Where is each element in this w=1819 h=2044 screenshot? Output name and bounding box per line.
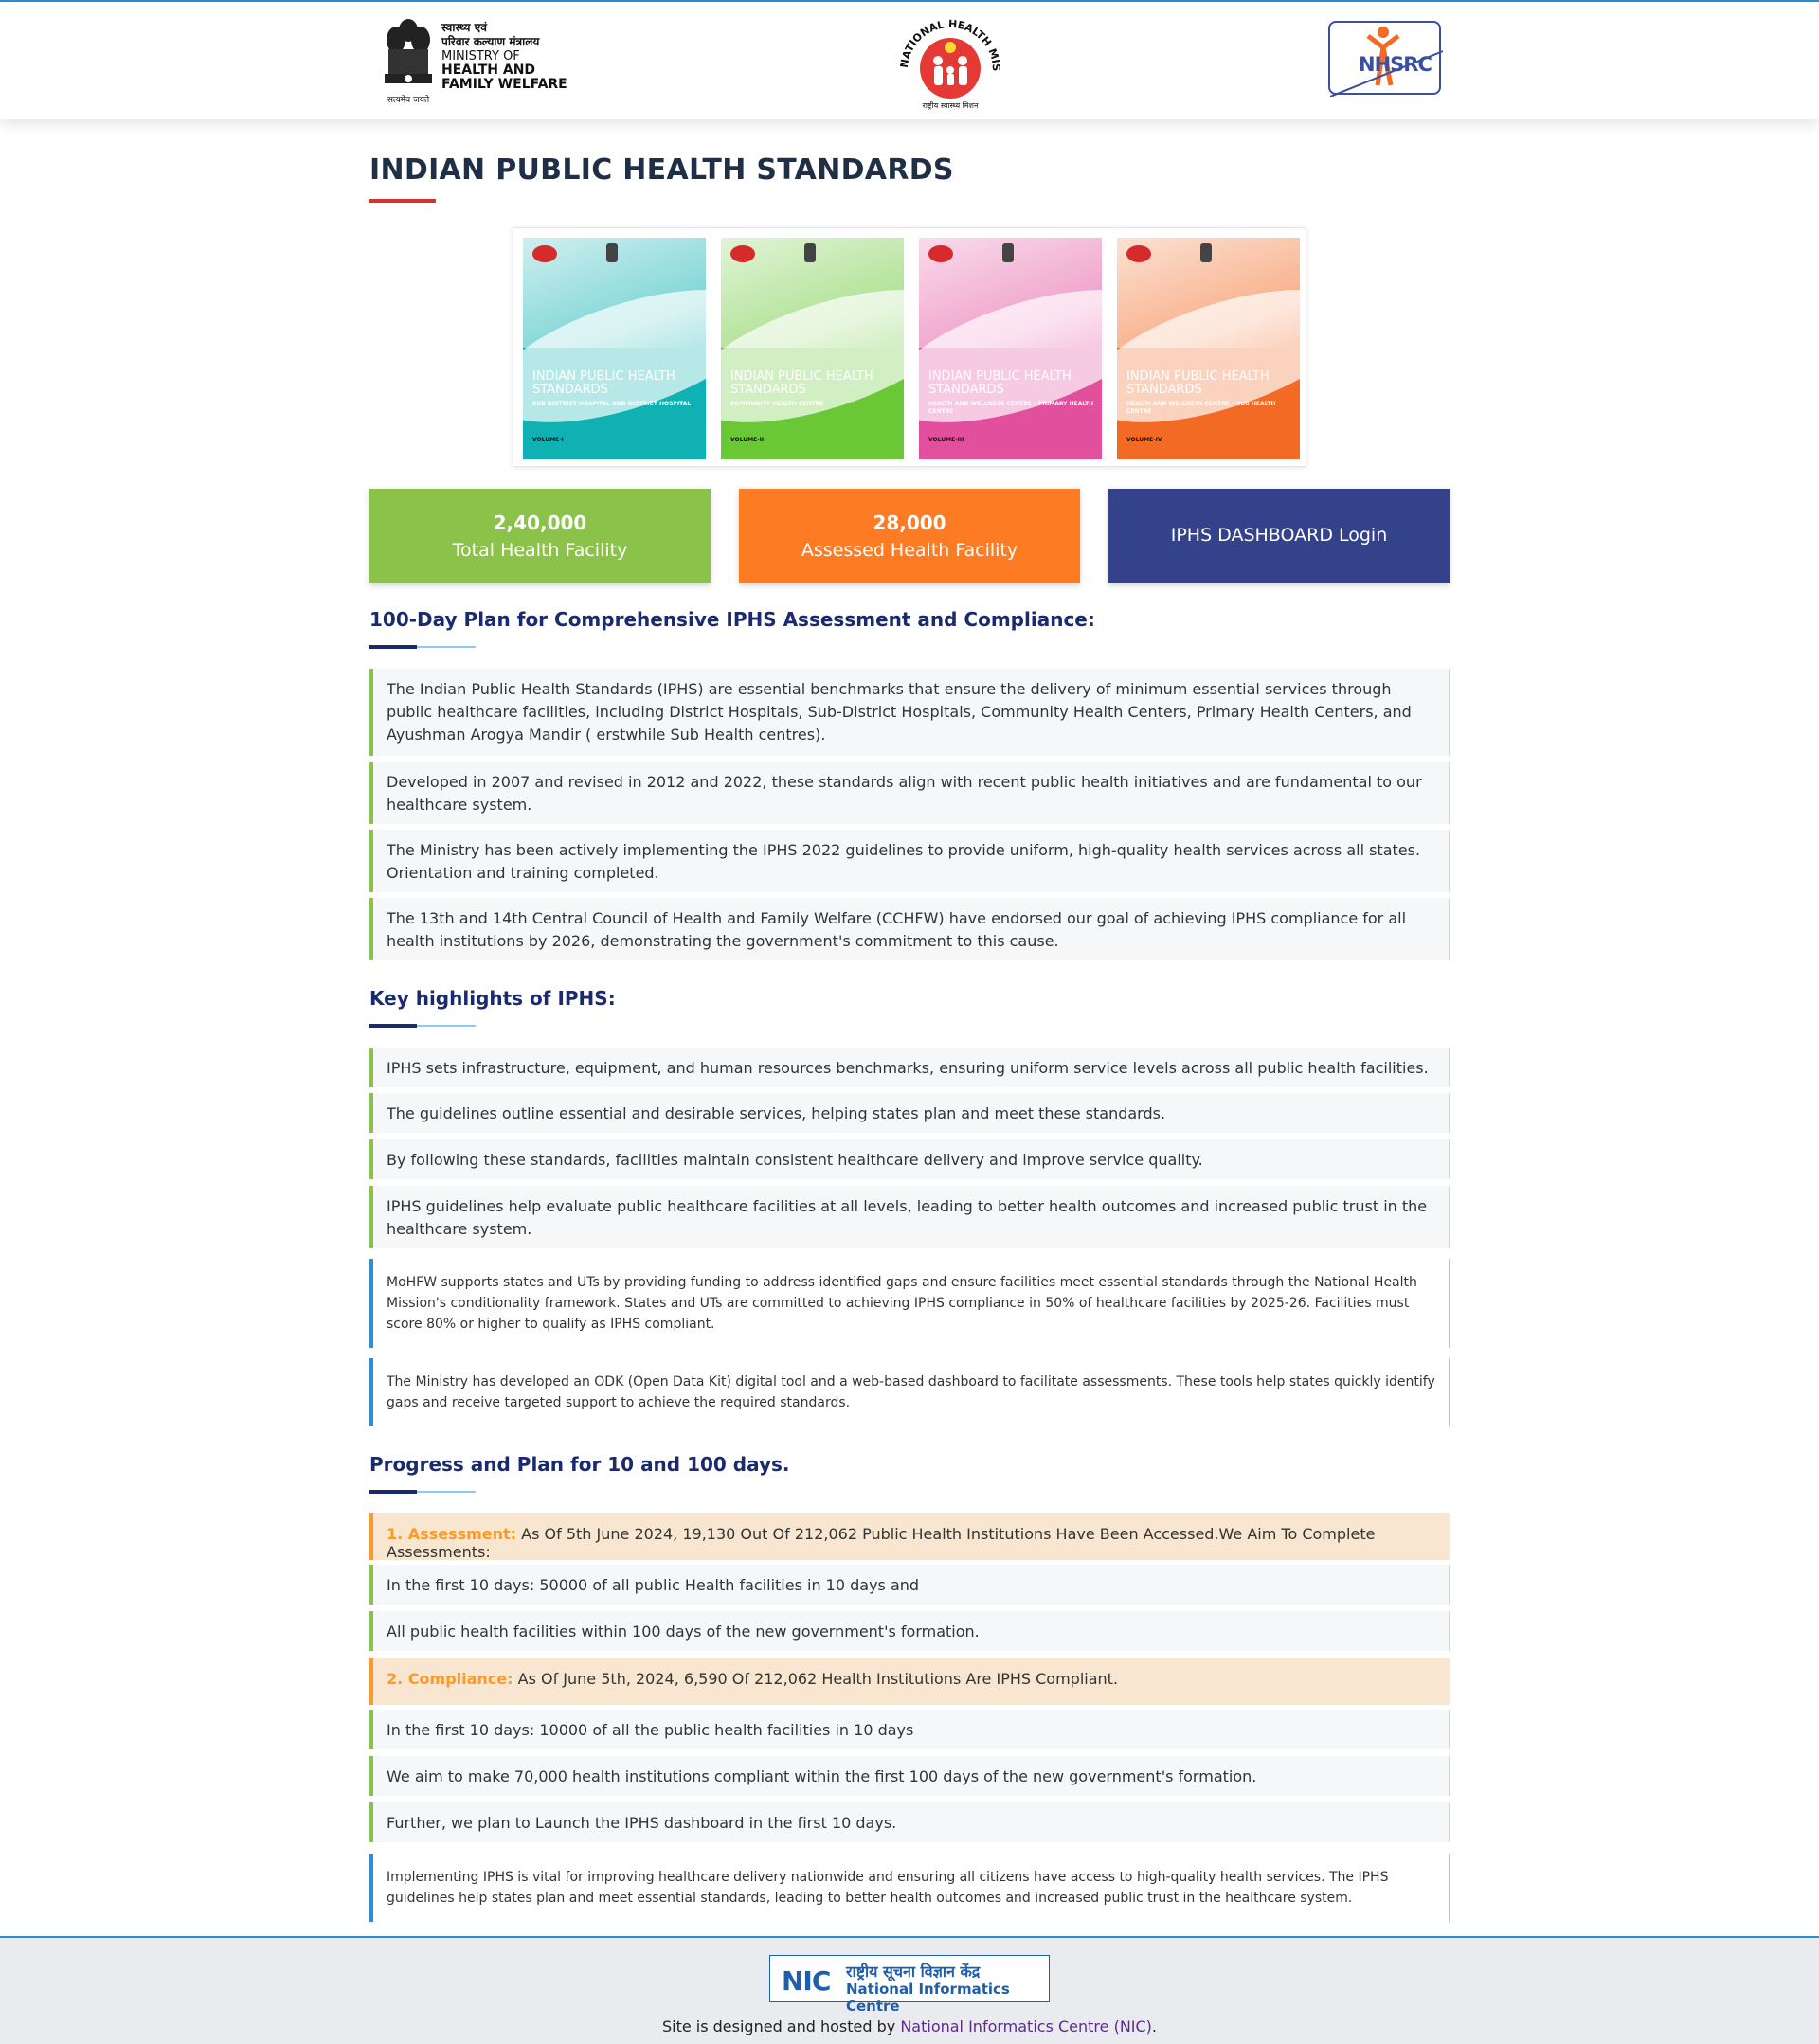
- mohfw-logo[interactable]: सत्यमेव जयते स्वास्थ्य एवं परिवार कल्याण…: [377, 11, 576, 110]
- nhm-logo[interactable]: NATIONAL HEALTH MISSION राष्ट्रीय स्वास्…: [891, 9, 1010, 112]
- highlight-item: IPHS guidelines help evaluate public hea…: [369, 1186, 1450, 1248]
- plan-section-title: 100-Day Plan for Comprehensive IPHS Asse…: [369, 608, 1095, 631]
- iphs-cover-volume: INDIAN PUBLIC HEALTH STANDARDS COMMUNITY …: [721, 238, 904, 459]
- compliance-text: As Of June 5th, 2024, 6,590 Of 212,062 H…: [517, 1670, 1119, 1688]
- total-health-facility-card: 2,40,000 Total Health Facility: [369, 489, 711, 583]
- funding-note: MoHFW supports states and UTs by providi…: [369, 1259, 1450, 1348]
- emblem-mini-icon: [804, 243, 816, 262]
- cover-volume: VOLUME-IV: [1126, 437, 1162, 443]
- nic-link[interactable]: National Informatics Centre (NIC): [900, 2017, 1152, 2035]
- nic-hindi-name: राष्ट्रीय सूचना विज्ञान केंद्र: [846, 1963, 981, 1981]
- iphs-dashboard-login-button[interactable]: IPHS DASHBOARD Login: [1108, 489, 1450, 583]
- nhm-mini-logo-icon: [928, 245, 953, 262]
- plan-item: The 13th and 14th Central Council of Hea…: [369, 898, 1450, 960]
- cover-title: INDIAN PUBLIC HEALTH STANDARDS: [1126, 369, 1270, 397]
- mohfw-en-line3: FAMILY WELFARE: [441, 77, 567, 92]
- plan-item: Developed in 2007 and revised in 2012 an…: [369, 762, 1450, 824]
- cover-subtitle: HEALTH AND WELLNESS CENTRE – PRIMARY HEA…: [928, 401, 1094, 415]
- highlight-item: The guidelines outline essential and des…: [369, 1093, 1450, 1133]
- compliance-item: Further, we plan to Launch the IPHS dash…: [369, 1802, 1450, 1842]
- plan-item: The Ministry has been actively implement…: [369, 830, 1450, 892]
- mohfw-en-line2: HEALTH AND: [441, 63, 536, 78]
- compliance-highlight: 2. Compliance: As Of June 5th, 2024, 6,5…: [369, 1658, 1450, 1705]
- cover-volume: VOLUME-III: [928, 437, 964, 443]
- mohfw-en-line1: MINISTRY OF: [441, 49, 520, 63]
- progress-section-underline: [369, 1490, 476, 1494]
- cover-title: INDIAN PUBLIC HEALTH STANDARDS: [730, 369, 873, 397]
- cover-subtitle: SUB DISTRICT HOSPITAL AND DISTRICT HOSPI…: [532, 401, 692, 407]
- compliance-item: We aim to make 70,000 health institution…: [369, 1756, 1450, 1796]
- highlight-item: By following these standards, facilities…: [369, 1139, 1450, 1179]
- highlight-item: IPHS sets infrastructure, equipment, and…: [369, 1048, 1450, 1087]
- nic-english-name: National Informatics Centre: [846, 1981, 1010, 2015]
- assessed-health-facility-value: 28,000: [873, 511, 946, 534]
- footer-credit: Site is designed and hosted by National …: [661, 2017, 1158, 2035]
- nhsrc-logo[interactable]: NHSRC: [1328, 21, 1443, 97]
- emblem-mini-icon: [1002, 243, 1014, 262]
- iphs-covers-banner: INDIAN PUBLIC HEALTH STANDARDS SUB DISTRI…: [513, 227, 1306, 467]
- cover-volume: VOLUME-II: [730, 437, 765, 443]
- cover-title: INDIAN PUBLIC HEALTH STANDARDS: [928, 369, 1072, 397]
- assessment-label: 1. Assessment:: [387, 1525, 517, 1543]
- iphs-cover-volume: INDIAN PUBLIC HEALTH STANDARDS HEALTH AND…: [1117, 238, 1300, 459]
- site-footer: NIC राष्ट्रीय सूचना विज्ञान केंद्र Natio…: [0, 1936, 1819, 2044]
- nic-logo[interactable]: NIC राष्ट्रीय सूचना विज्ञान केंद्र Natio…: [769, 1955, 1050, 2015]
- plan-section-underline: [369, 645, 476, 649]
- nhm-mini-logo-icon: [1126, 245, 1151, 262]
- progress-section-title: Progress and Plan for 10 and 100 days.: [369, 1453, 790, 1476]
- compliance-item: In the first 10 days: 10000 of all the p…: [369, 1710, 1450, 1749]
- site-header: सत्यमेव जयते स्वास्थ्य एवं परिवार कल्याण…: [0, 2, 1819, 119]
- mohfw-hindi-line1: स्वास्थ्य एवं: [441, 21, 487, 34]
- assessed-health-facility-label: Assessed Health Facility: [801, 540, 1018, 561]
- cover-subtitle: COMMUNITY HEALTH CENTRE: [730, 401, 824, 407]
- assessment-text: As Of 5th June 2024, 19,130 Out Of 212,0…: [387, 1525, 1376, 1561]
- iphs-cover-volume: INDIAN PUBLIC HEALTH STANDARDS SUB DISTRI…: [523, 238, 706, 459]
- cover-title: INDIAN PUBLIC HEALTH STANDARDS: [532, 369, 675, 397]
- highlights-section-title: Key highlights of IPHS:: [369, 987, 616, 1010]
- nhsrc-wordmark: NHSRC: [1359, 53, 1432, 76]
- emblem-mini-icon: [606, 243, 618, 262]
- assessment-item: All public health facilities within 100 …: [369, 1611, 1450, 1651]
- svg-text:सत्यमेव जयते: सत्यमेव जयते: [387, 94, 430, 105]
- assessment-item: In the first 10 days: 50000 of all publi…: [369, 1565, 1450, 1605]
- nhm-mini-logo-icon: [532, 245, 557, 262]
- iphs-cover-volume: INDIAN PUBLIC HEALTH STANDARDS HEALTH AND…: [919, 238, 1102, 459]
- svg-text:राष्ट्रीय स्वास्थ्य मिशन: राष्ट्रीय स्वास्थ्य मिशन: [923, 100, 979, 110]
- page-title: INDIAN PUBLIC HEALTH STANDARDS: [369, 153, 954, 187]
- nhm-mini-logo-icon: [730, 245, 755, 262]
- plan-item: The Indian Public Health Standards (IPHS…: [369, 669, 1450, 756]
- title-underline: [369, 199, 436, 203]
- highlights-section-underline: [369, 1024, 476, 1028]
- iphs-dashboard-login-label: IPHS DASHBOARD Login: [1170, 525, 1388, 546]
- assessed-health-facility-card: 28,000 Assessed Health Facility: [739, 489, 1080, 583]
- emblem-mini-icon: [1200, 243, 1212, 262]
- odk-tool-note: The Ministry has developed an ODK (Open …: [369, 1358, 1450, 1426]
- assessment-highlight: 1. Assessment: As Of 5th June 2024, 19,1…: [369, 1513, 1450, 1561]
- cover-volume: VOLUME-I: [532, 437, 564, 443]
- compliance-label: 2. Compliance:: [387, 1670, 513, 1688]
- mohfw-hindi-line2: परिवार कल्याण मंत्रालय: [441, 35, 540, 48]
- total-health-facility-value: 2,40,000: [493, 511, 587, 534]
- closing-note: Implementing IPHS is vital for improving…: [369, 1854, 1450, 1922]
- cover-subtitle: HEALTH AND WELLNESS CENTRE – SUB HEALTH …: [1126, 401, 1276, 415]
- total-health-facility-label: Total Health Facility: [452, 540, 628, 561]
- national-emblem-icon: सत्यमेव जयते: [385, 19, 432, 105]
- nic-mark: NIC: [782, 1965, 831, 1997]
